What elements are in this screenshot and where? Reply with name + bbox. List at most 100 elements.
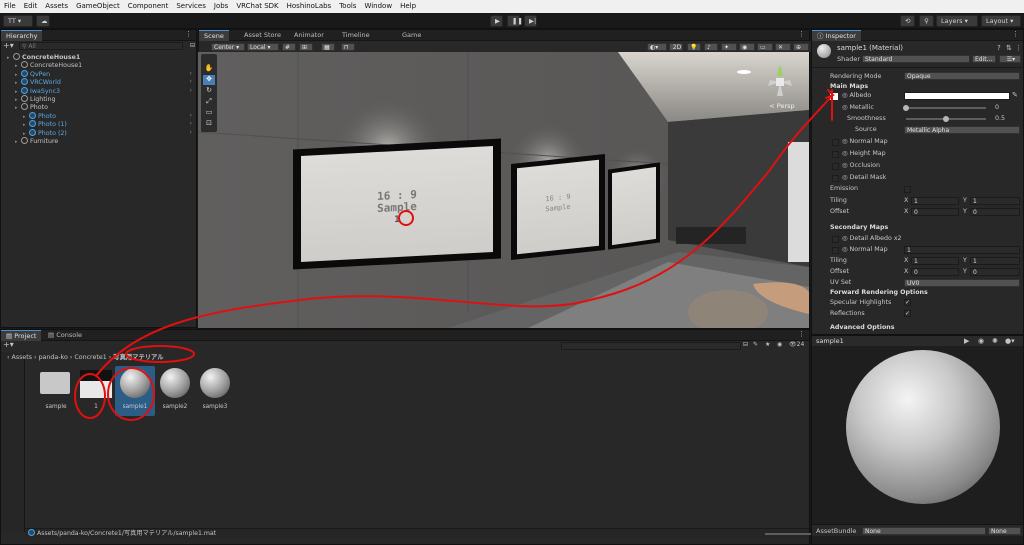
- space-dropdown[interactable]: Local ▾: [247, 43, 279, 51]
- project-search-input[interactable]: [561, 342, 741, 350]
- hand-tool-icon[interactable]: ✋: [203, 64, 215, 74]
- filter-type-icon[interactable]: ⊟: [743, 341, 748, 348]
- rect-tool-icon[interactable]: ▭: [203, 108, 215, 118]
- photo-frame[interactable]: [608, 162, 660, 250]
- audio-icon[interactable]: ♪: [704, 43, 718, 51]
- normal-map2-scale[interactable]: 1: [904, 246, 1020, 254]
- metallic-value[interactable]: 0: [995, 103, 999, 113]
- hidden-packages-icon[interactable]: ◉: [777, 341, 782, 348]
- breadcrumb-item[interactable]: Concrete1: [74, 354, 106, 361]
- asset-item[interactable]: 1: [76, 366, 116, 416]
- tiling2-y-input[interactable]: 1: [970, 257, 1020, 265]
- account-dropdown[interactable]: TT ▾: [3, 15, 33, 27]
- hierarchy-item[interactable]: ▸ Photo: [1, 103, 196, 111]
- assetbundle-variant-dropdown[interactable]: None: [988, 527, 1021, 535]
- photo-frame[interactable]: 16 : 9 Sample 1: [293, 138, 501, 270]
- albedo-texture-slot[interactable]: [830, 93, 838, 100]
- tiling-x-input[interactable]: 1: [911, 197, 959, 205]
- pause-button[interactable]: ❚❚: [507, 15, 523, 27]
- hierarchy-item[interactable]: ▸ VRCWorld ›: [1, 78, 196, 86]
- offset2-x-input[interactable]: 0: [911, 268, 959, 276]
- preview-light-icon[interactable]: ✺: [992, 336, 998, 346]
- offset-x-input[interactable]: 0: [911, 208, 959, 216]
- hidden-objects-icon[interactable]: ◉: [739, 43, 755, 51]
- orientation-gizmo[interactable]: < Persp: [760, 62, 800, 110]
- emission-checkbox[interactable]: [904, 186, 911, 193]
- specular-highlights-checkbox[interactable]: ✓: [904, 299, 911, 306]
- grid-toggle-icon[interactable]: ▦: [321, 43, 335, 51]
- gizmos-icon[interactable]: ⊕: [793, 43, 809, 51]
- photo-frame[interactable]: 16 : 9 Sample: [511, 154, 605, 260]
- more-icon[interactable]: ⋮: [798, 30, 805, 38]
- more-icon[interactable]: ⋮: [185, 30, 192, 38]
- move-tool-icon[interactable]: ✥: [203, 75, 215, 85]
- hierarchy-item[interactable]: ▸ Furniture: [1, 137, 196, 145]
- transform-tool-icon[interactable]: ⊡: [203, 119, 215, 129]
- pivot-dropdown[interactable]: Center ▾: [211, 43, 245, 51]
- preview-sphere[interactable]: [846, 350, 1000, 504]
- hierarchy-item[interactable]: ▸ QvPen ›: [1, 69, 196, 78]
- menu-item-hoshinolabs[interactable]: HoshinoLabs: [283, 0, 336, 13]
- hierarchy-item[interactable]: ▸ ConcreteHouse1: [1, 61, 196, 69]
- lighting-icon[interactable]: 💡: [687, 43, 701, 51]
- cloud-icon[interactable]: ☁: [36, 15, 50, 27]
- shader-dropdown[interactable]: Standard: [862, 55, 970, 63]
- filter-icon[interactable]: ⊟: [190, 42, 195, 49]
- reflections-checkbox[interactable]: ✓: [904, 310, 911, 317]
- hierarchy-search-input[interactable]: ⚲ All: [19, 42, 183, 50]
- toggle-2d-button[interactable]: 2D: [669, 43, 683, 51]
- more-icon[interactable]: ⋮: [798, 330, 805, 338]
- filter-label-icon[interactable]: ✎: [753, 341, 758, 348]
- persp-label[interactable]: < Persp: [760, 102, 804, 110]
- camera-icon[interactable]: ▭: [757, 43, 773, 51]
- menu-item-tools[interactable]: Tools: [335, 0, 360, 13]
- asset-item[interactable]: sample2: [155, 366, 195, 416]
- hierarchy-item[interactable]: ▸ Photo ›: [1, 111, 196, 120]
- preview-sphere-icon[interactable]: ●▾: [1005, 336, 1015, 346]
- menu-item-assets[interactable]: Assets: [41, 0, 72, 13]
- tab-inspector[interactable]: ⓘ Inspector: [812, 30, 861, 41]
- open-prefab-icon[interactable]: ›: [189, 129, 192, 137]
- open-prefab-icon[interactable]: ›: [189, 87, 192, 95]
- offset2-y-input[interactable]: 0: [970, 268, 1020, 276]
- history-icon[interactable]: ⟲: [900, 15, 915, 27]
- add-icon[interactable]: +▾: [3, 42, 14, 50]
- tab-scene[interactable]: Scene: [199, 30, 229, 41]
- height-map-slot[interactable]: [832, 151, 839, 158]
- play-button[interactable]: ▶: [490, 15, 503, 27]
- shader-edit-button[interactable]: Edit...: [972, 55, 996, 63]
- rotate-tool-icon[interactable]: ↻: [203, 86, 215, 96]
- scale-tool-icon[interactable]: ⤢: [203, 97, 215, 107]
- assetbundle-dropdown[interactable]: None: [862, 527, 986, 535]
- layers-dropdown[interactable]: Layers ▾: [936, 15, 978, 27]
- occlusion-slot[interactable]: [832, 163, 839, 170]
- hierarchy-item[interactable]: ▸ Photo (2) ›: [1, 128, 196, 137]
- tab-game[interactable]: Game: [397, 30, 426, 41]
- tab-asset-store[interactable]: Asset Store: [239, 30, 286, 41]
- scene-viewport[interactable]: 16 : 9 Sample 1 16 : 9 Sample ✋ ✥ ↻ ⤢ ▭ …: [198, 52, 809, 328]
- smoothness-value[interactable]: 0.5: [995, 114, 1005, 124]
- tab-timeline[interactable]: Timeline: [337, 30, 375, 41]
- asset-item[interactable]: sample1: [115, 366, 155, 416]
- menu-item-window[interactable]: Window: [360, 0, 396, 13]
- grid-snap-icon[interactable]: #: [282, 43, 296, 51]
- hierarchy-item[interactable]: ▸ Lighting: [1, 95, 196, 103]
- help-icon[interactable]: ?: [997, 44, 1001, 52]
- breadcrumb-item[interactable]: 写真用マテリアル: [113, 354, 163, 361]
- effects-icon[interactable]: ✦: [721, 43, 737, 51]
- more-icon[interactable]: ⋮: [1012, 30, 1019, 38]
- step-button[interactable]: ▶|: [524, 15, 537, 27]
- tools-icon[interactable]: ✕: [775, 43, 791, 51]
- favorite-icon[interactable]: ★: [765, 341, 770, 348]
- menu-item-vrchat-sdk[interactable]: VRChat SDK: [232, 0, 282, 13]
- open-prefab-icon[interactable]: ›: [189, 78, 192, 86]
- menu-item-edit[interactable]: Edit: [20, 0, 42, 13]
- source-dropdown[interactable]: Metallic Alpha: [904, 126, 1020, 134]
- rendering-mode-dropdown[interactable]: Opaque: [904, 72, 1020, 80]
- tab-console[interactable]: ▤ Console: [43, 330, 87, 341]
- draw-mode-icon[interactable]: ◐▾: [647, 43, 667, 51]
- breadcrumb-item[interactable]: Assets: [12, 354, 33, 361]
- normal-map-slot[interactable]: [832, 139, 839, 146]
- albedo-color-swatch[interactable]: [904, 92, 1010, 100]
- tiling2-x-input[interactable]: 1: [911, 257, 959, 265]
